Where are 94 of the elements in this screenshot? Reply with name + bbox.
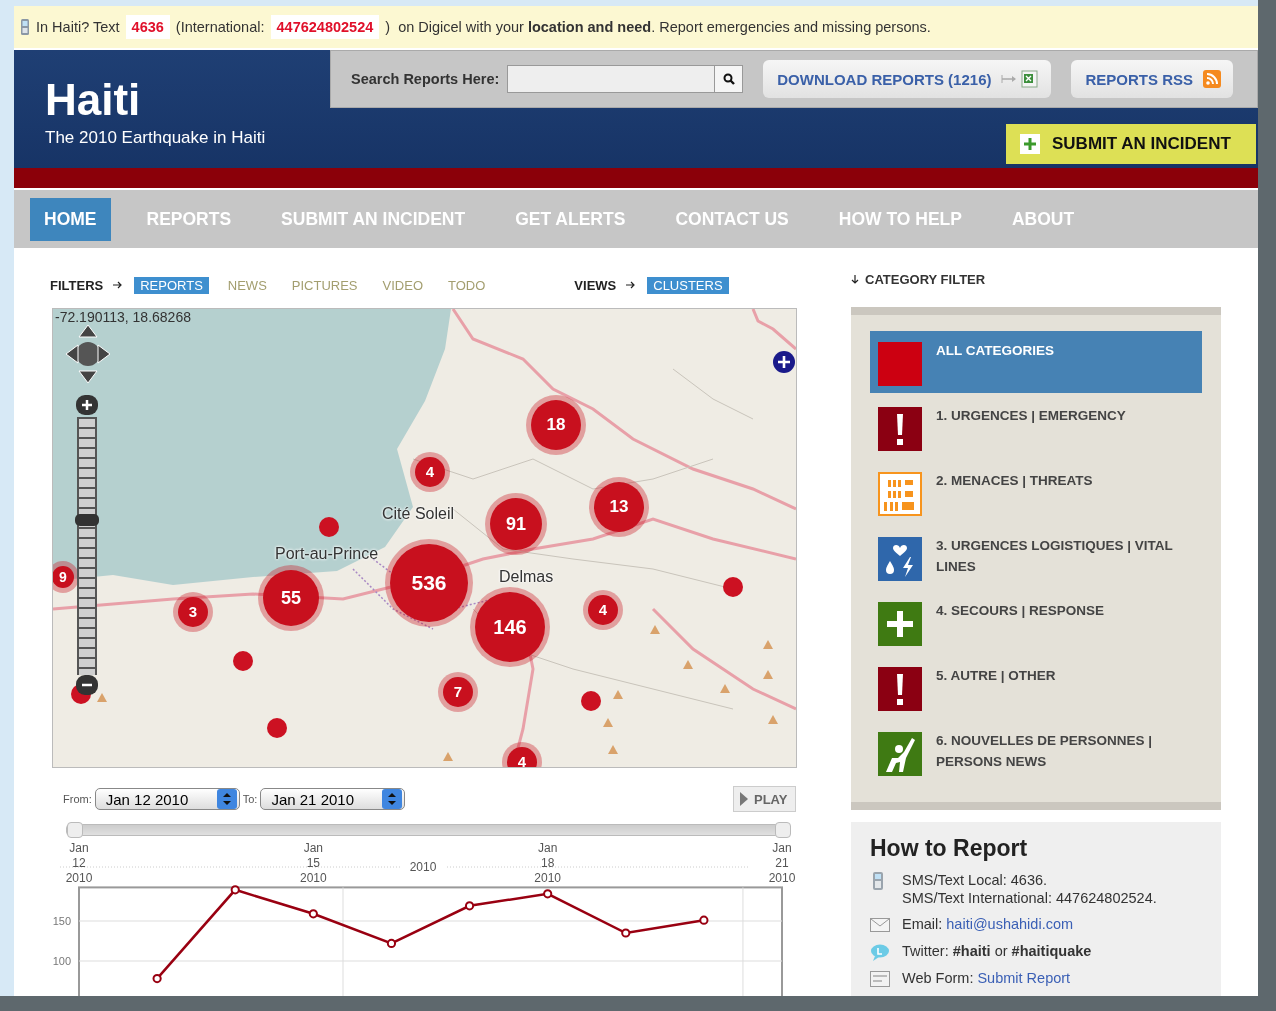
arrow-icon <box>626 280 636 290</box>
triangle-marker[interactable] <box>763 640 773 649</box>
play-button[interactable]: PLAY <box>733 786 796 812</box>
site-title: Haiti <box>45 76 142 124</box>
arrow-icon <box>851 274 859 285</box>
triangle-marker[interactable] <box>650 625 660 634</box>
submit-incident-button[interactable]: SUBMIT AN INCIDENT <box>1006 124 1256 164</box>
from-label: From: <box>63 793 92 805</box>
triangle-marker[interactable] <box>97 693 107 702</box>
contact-text: SMS/Text International: 447624802524. <box>902 889 1157 907</box>
category-item[interactable]: 6. NOUVELLES DE PERSONNES | PERSONS NEWS <box>870 721 1202 783</box>
form-icon <box>870 970 890 988</box>
triangle-marker[interactable] <box>603 718 613 727</box>
category-item[interactable]: 1. URGENCES | EMERGENCY <box>870 396 1202 458</box>
envelope-icon <box>870 916 890 934</box>
data-point <box>621 928 631 938</box>
site-subtitle: The 2010 Earthquake in Haiti <box>45 128 266 148</box>
contact-text: Twitter: #haiti or #haitiquake <box>902 942 1092 960</box>
category-item[interactable]: 3. URGENCES LOGISTIQUES | VITAL LINES <box>870 526 1202 588</box>
map[interactable]: 18 4 91 13 9 3 55 536 146 4 7 4 Cité Soleil Port-au-Prince Delmas -72.190113, 18.68268 <box>52 308 797 768</box>
search-button[interactable] <box>714 66 743 92</box>
phone-icon <box>20 19 30 35</box>
filter-tab[interactable]: CLUSTERS <box>647 276 729 294</box>
phone-number: 4636 <box>125 15 170 39</box>
data-point <box>543 889 553 899</box>
stepper-icon <box>382 789 403 809</box>
rss-icon <box>1203 70 1221 88</box>
date-select[interactable]: Jan 21 2010 <box>260 788 406 810</box>
place-label: Cité Soleil <box>382 505 455 523</box>
data-point <box>699 915 709 925</box>
section-title: CATEGORY FILTER <box>865 272 986 287</box>
search-field[interactable] <box>507 65 744 93</box>
map-marker[interactable] <box>723 577 743 597</box>
email-link[interactable]: haiti@ushahidi.com <box>946 916 1074 932</box>
map-marker[interactable] <box>267 718 287 738</box>
y-tick-label: 100 <box>52 955 71 967</box>
filter-label: FILTERS <box>50 277 104 293</box>
place-label: Delmas <box>499 568 554 586</box>
place-label: Port-au-Prince <box>275 545 379 563</box>
map-marker[interactable] <box>581 691 601 711</box>
category-item[interactable]: ALL CATEGORIES <box>870 331 1202 393</box>
speech-bubble-icon <box>870 943 890 961</box>
range-handle[interactable] <box>775 822 791 838</box>
nav-tab[interactable]: HOME <box>30 197 111 241</box>
pan-control-icon <box>64 323 112 385</box>
phone-number: 447624802524 <box>270 15 380 39</box>
triangle-marker[interactable] <box>768 715 778 724</box>
notice-text: In Haiti? Text <box>36 19 120 35</box>
plus-icon <box>1020 134 1040 154</box>
category-item[interactable]: 2. MENACES | THREATS <box>870 461 1202 523</box>
range-handle[interactable] <box>67 822 83 838</box>
web-form-link[interactable]: Submit Report <box>977 970 1071 986</box>
to-label: To: <box>242 793 258 805</box>
arrow-icon <box>113 280 123 290</box>
contact-label: Web Form: <box>902 970 974 986</box>
triangle-marker[interactable] <box>608 745 618 754</box>
reports-rss-link[interactable]: REPORTS RSS <box>1071 60 1233 98</box>
category-item[interactable]: 5. AUTRE | OTHER <box>870 656 1202 718</box>
y-tick-label: 150 <box>52 915 71 927</box>
triangle-marker[interactable] <box>763 670 773 679</box>
date-range-label: 2010 <box>409 860 437 874</box>
layer-switcher-icon <box>773 351 795 373</box>
coordinates-readout: -72.190113, 18.68268 <box>55 309 191 325</box>
filter-tab[interactable]: REPORTS <box>134 276 209 294</box>
data-point <box>386 938 397 948</box>
section-heading: How to Report <box>870 835 1029 862</box>
contact-label: Email: <box>902 916 943 932</box>
date-range-slider[interactable] <box>66 824 790 836</box>
stepper-icon <box>216 789 237 809</box>
x-tick-label: Jan 21 2010 <box>768 841 796 885</box>
triangle-marker[interactable] <box>613 690 623 699</box>
data-point <box>308 909 318 919</box>
x-tick-label: Jan 18 2010 <box>534 841 561 885</box>
download-reports-link[interactable]: DOWNLOAD REPORTS (1216) <box>763 60 1052 98</box>
search-icon <box>722 73 735 85</box>
map-marker[interactable] <box>319 517 339 537</box>
search-label: Search Reports Here: <box>351 71 500 87</box>
contact-text: SMS/Text Local: 4636. <box>902 871 1049 889</box>
data-point <box>464 901 475 911</box>
play-icon <box>740 792 748 806</box>
triangle-marker[interactable] <box>720 684 730 693</box>
triangle-marker[interactable] <box>443 752 453 761</box>
filter-label: VIEWS <box>574 277 617 293</box>
spreadsheet-icon <box>1001 70 1040 88</box>
date-select[interactable]: Jan 12 2010 <box>94 788 240 810</box>
zoom-slider-thumb[interactable] <box>75 514 99 527</box>
notice-text: ) on Digicel with your location and need. Report emergencies and missing persons. <box>385 19 931 35</box>
notice-text: (International: <box>175 19 265 35</box>
x-tick-label: Jan 15 2010 <box>300 841 327 885</box>
map-marker[interactable] <box>233 651 253 671</box>
triangle-marker[interactable] <box>683 660 693 669</box>
x-tick-label: Jan 12 2010 <box>65 841 93 885</box>
category-item[interactable]: 4. SECOURS | RESPONSE <box>870 591 1202 653</box>
data-point <box>152 974 162 984</box>
